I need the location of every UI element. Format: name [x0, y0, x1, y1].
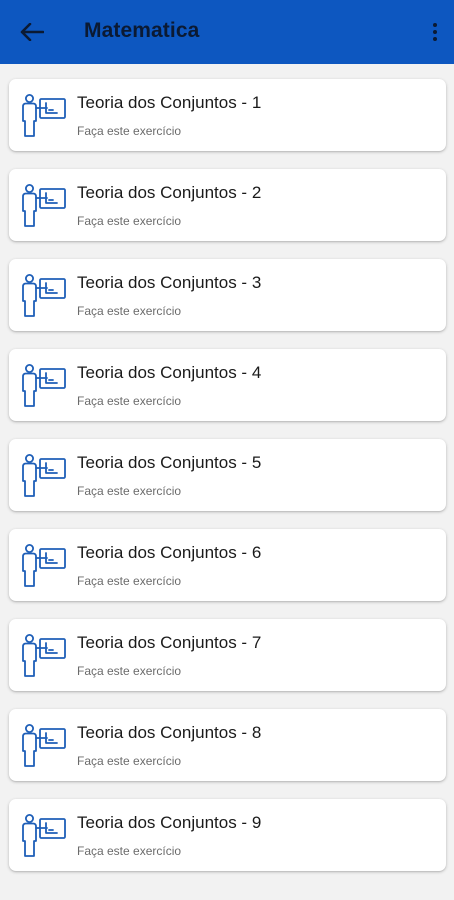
exercise-subtitle: Faça este exercício — [77, 664, 182, 678]
exercise-subtitle: Faça este exercício — [77, 304, 182, 318]
exercise-title: Teoria dos Conjuntos - 5 — [77, 453, 262, 472]
teacher-board-icon — [22, 94, 66, 137]
exercise-subtitle: Faça este exercício — [77, 214, 182, 228]
exercise-card-7[interactable]: Teoria dos Conjuntos - 7 Faça este exerc… — [9, 619, 446, 691]
exercise-card-4[interactable]: Teoria dos Conjuntos - 4 Faça este exerc… — [9, 349, 446, 421]
teacher-board-icon — [22, 544, 66, 587]
page-title: Matematica — [84, 19, 200, 42]
exercise-title: Teoria dos Conjuntos - 9 — [77, 813, 262, 832]
teacher-board-icon — [22, 274, 66, 317]
exercise-subtitle: Faça este exercício — [77, 844, 182, 858]
more-options-button[interactable] — [428, 18, 442, 46]
exercise-card-2[interactable]: Teoria dos Conjuntos - 2 Faça este exerc… — [9, 169, 446, 241]
back-button[interactable] — [14, 16, 50, 48]
exercise-title: Teoria dos Conjuntos - 2 — [77, 183, 262, 202]
exercise-subtitle: Faça este exercício — [77, 124, 182, 138]
exercise-title: Teoria dos Conjuntos - 7 — [77, 633, 262, 652]
exercise-title: Teoria dos Conjuntos - 6 — [77, 543, 262, 562]
exercise-title: Teoria dos Conjuntos - 1 — [77, 93, 262, 112]
teacher-board-icon — [22, 634, 66, 677]
exercise-card-8[interactable]: Teoria dos Conjuntos - 8 Faça este exerc… — [9, 709, 446, 781]
teacher-board-icon — [22, 364, 66, 407]
teacher-board-icon — [22, 184, 66, 227]
exercise-title: Teoria dos Conjuntos - 3 — [77, 273, 262, 292]
exercise-subtitle: Faça este exercício — [77, 484, 182, 498]
exercise-title: Teoria dos Conjuntos - 8 — [77, 723, 262, 742]
teacher-board-icon — [22, 814, 66, 857]
exercise-card-9[interactable]: Teoria dos Conjuntos - 9 Faça este exerc… — [9, 799, 446, 871]
exercise-title: Teoria dos Conjuntos - 4 — [77, 363, 262, 382]
app-bar: Matematica — [0, 0, 454, 64]
exercise-card-1[interactable]: Teoria dos Conjuntos - 1 Faça este exerc… — [9, 79, 446, 151]
teacher-board-icon — [22, 724, 66, 767]
more-vertical-icon — [433, 23, 437, 27]
exercise-subtitle: Faça este exercício — [77, 574, 182, 588]
teacher-board-icon — [22, 454, 66, 497]
exercise-subtitle: Faça este exercício — [77, 394, 182, 408]
exercise-card-3[interactable]: Teoria dos Conjuntos - 3 Faça este exerc… — [9, 259, 446, 331]
exercise-card-6[interactable]: Teoria dos Conjuntos - 6 Faça este exerc… — [9, 529, 446, 601]
exercise-card-5[interactable]: Teoria dos Conjuntos - 5 Faça este exerc… — [9, 439, 446, 511]
exercise-subtitle: Faça este exercício — [77, 754, 182, 768]
arrow-left-icon[interactable] — [20, 23, 44, 41]
